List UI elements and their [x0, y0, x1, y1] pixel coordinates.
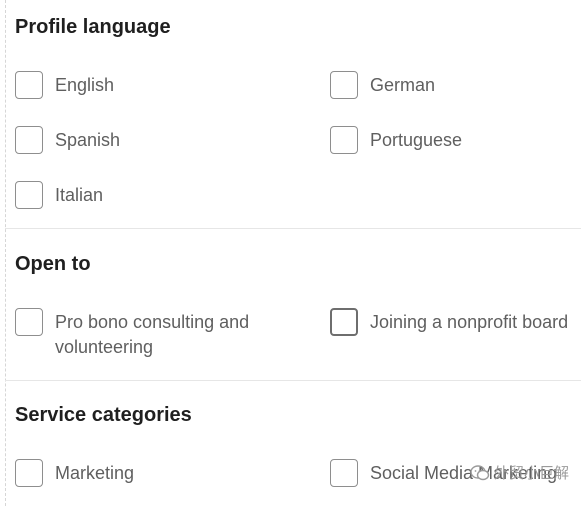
- checkbox-box[interactable]: [15, 308, 43, 336]
- checkbox-label: Joining a nonprofit board: [370, 312, 569, 332]
- checkbox-label: Spanish: [55, 130, 121, 150]
- checkbox-label: German: [370, 75, 436, 95]
- left-edge-dashed-line: [5, 0, 6, 506]
- checkbox-box[interactable]: [15, 181, 43, 209]
- checkbox-label: Marketing: [55, 463, 135, 483]
- checkbox-box[interactable]: [15, 459, 43, 487]
- checkbox-label: English: [55, 75, 115, 95]
- checkbox-box[interactable]: [330, 459, 358, 487]
- wechat-icon: [470, 464, 490, 480]
- checkbox-box[interactable]: [15, 71, 43, 99]
- checkbox-label: Pro bono consulting and volunteering: [55, 312, 250, 357]
- section-divider: [5, 228, 581, 229]
- open-to-title: Open to: [15, 253, 91, 275]
- watermark-text: 外贸小巨解: [494, 465, 570, 482]
- watermark: 外贸小巨解: [470, 462, 569, 483]
- profile-language-title: Profile language: [15, 16, 171, 38]
- checkbox-box[interactable]: [330, 71, 358, 99]
- section-divider: [5, 380, 581, 381]
- checkbox-label: Italian: [55, 185, 104, 205]
- checkbox-box[interactable]: [15, 126, 43, 154]
- service-categories-title: Service categories: [15, 404, 192, 426]
- checkbox-box[interactable]: [330, 308, 358, 336]
- checkbox-box[interactable]: [330, 126, 358, 154]
- checkbox-label: Portuguese: [370, 130, 463, 150]
